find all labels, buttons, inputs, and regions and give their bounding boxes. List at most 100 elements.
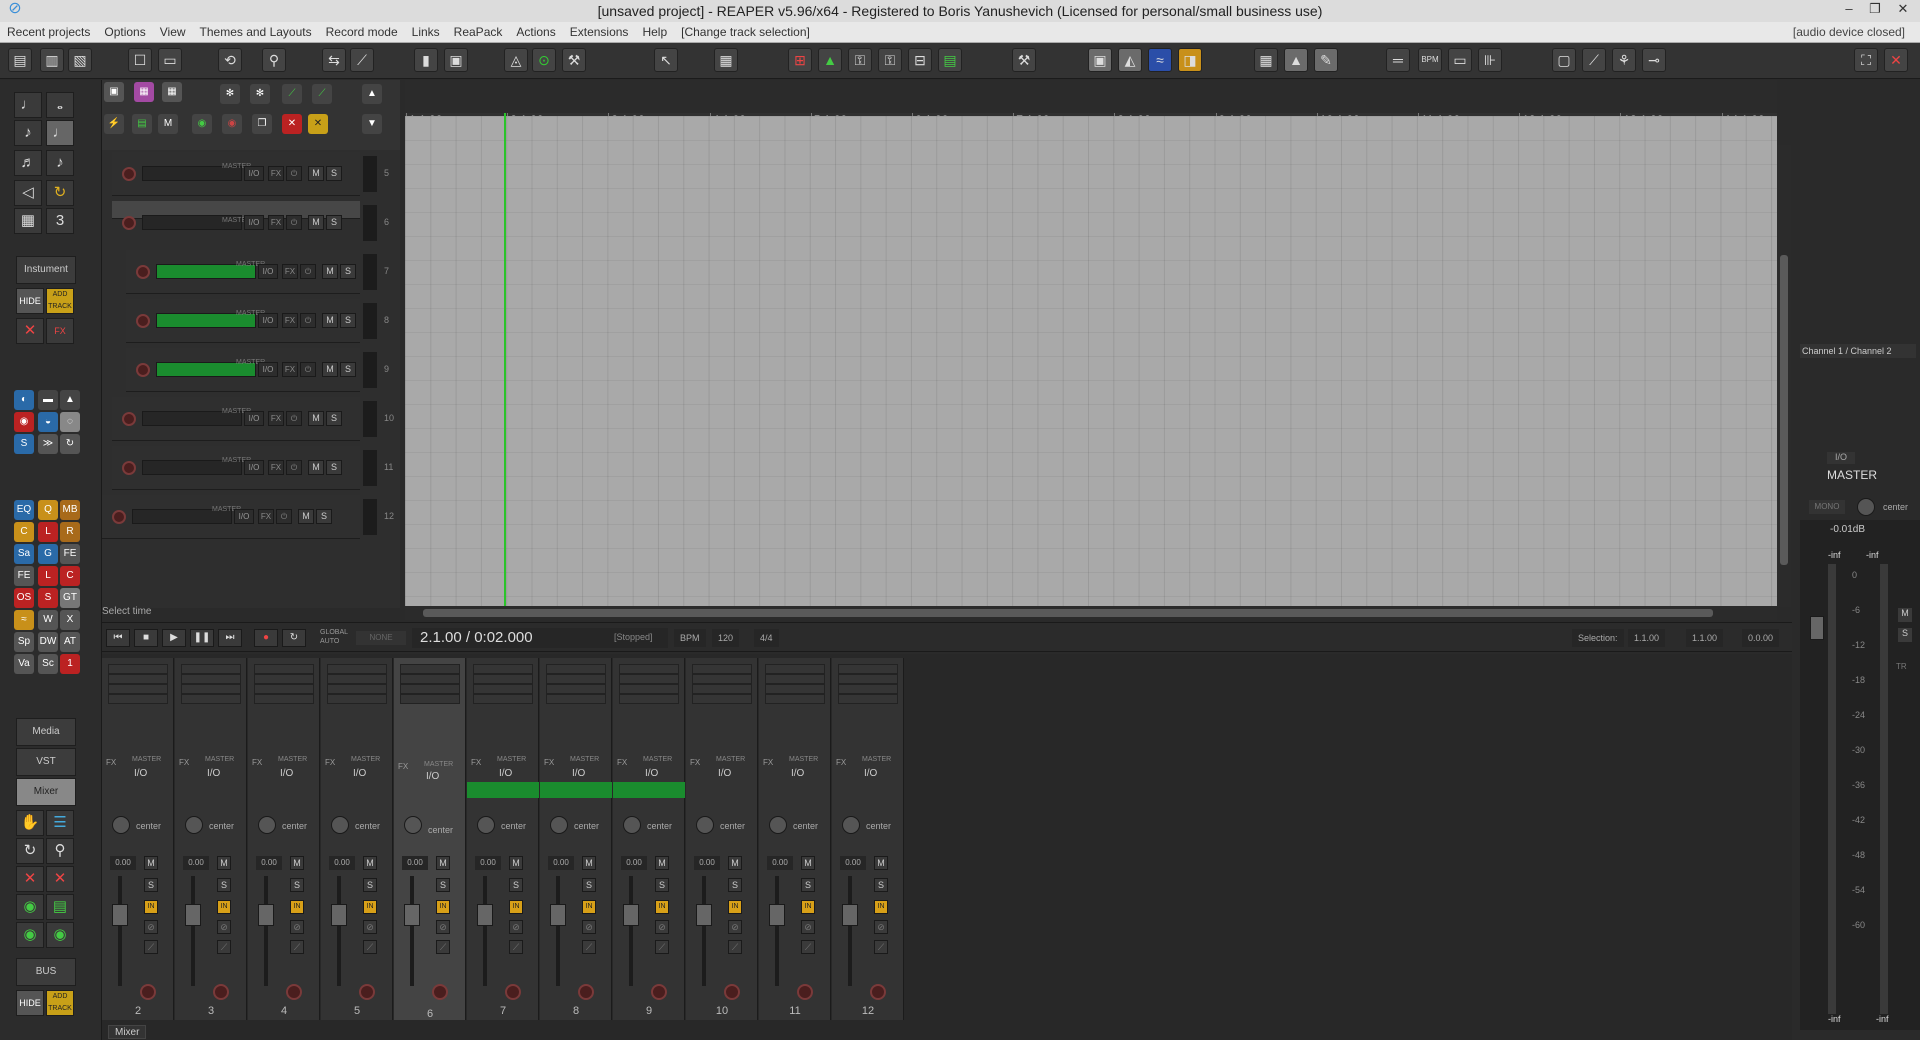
mixer-strip-8[interactable]: FX MASTER I/O center 0.00 M S IN ⊘ ⟋ 8 <box>540 658 612 1020</box>
x-plugin-icon[interactable]: X <box>60 610 80 630</box>
mute-button[interactable]: M <box>436 856 450 870</box>
plugin-c-icon[interactable]: ▲ <box>60 390 80 410</box>
repeat-icon[interactable]: ↻ <box>282 629 306 647</box>
master-io-button[interactable]: I/O <box>1827 452 1855 464</box>
rewind-icon[interactable]: ◁ <box>14 180 42 206</box>
fx-slot[interactable] <box>108 664 168 674</box>
fx-bypass-icon[interactable]: ⏻ <box>300 362 316 377</box>
strip-io-button[interactable]: I/O <box>353 768 366 779</box>
add-bus-track-button[interactable]: ADD TRACK <box>46 990 74 1016</box>
strip-fx-label[interactable]: FX <box>617 758 627 767</box>
solo-button[interactable]: S <box>801 878 815 892</box>
menu-themes[interactable]: Themes and Layouts <box>193 25 319 39</box>
mute-button[interactable]: M <box>874 856 888 870</box>
fx-slot[interactable] <box>108 674 168 684</box>
solo-button[interactable]: S <box>509 878 523 892</box>
record-arm-icon[interactable] <box>136 363 150 377</box>
pause-icon[interactable]: ❚❚ <box>190 629 214 647</box>
fx-slot[interactable] <box>108 684 168 694</box>
mixer-strip-6[interactable]: FX MASTER I/O center 0.00 M S IN ⊘ ⟋ 6 <box>394 658 466 1020</box>
record-arm-icon[interactable] <box>359 984 375 1000</box>
fullscreen-icon[interactable]: ⛶ <box>1854 48 1878 72</box>
strip-io-button[interactable]: I/O <box>207 768 220 779</box>
automation-icon[interactable]: ⟋ <box>655 940 669 954</box>
pan-knob[interactable] <box>112 816 130 834</box>
grid-lines-icon[interactable]: ▦ <box>14 208 42 234</box>
strip-io-button[interactable]: I/O <box>134 768 147 779</box>
fx-slot[interactable] <box>400 694 460 704</box>
record-arm-icon[interactable] <box>122 412 136 426</box>
metronome-icon[interactable]: ◬ <box>504 48 528 72</box>
volume-readout[interactable]: 0.00 <box>767 856 793 870</box>
fx-slot[interactable] <box>765 674 825 684</box>
menu-view[interactable]: View <box>153 25 193 39</box>
io-button[interactable]: I/O <box>244 460 264 475</box>
mute-button[interactable]: M <box>363 856 377 870</box>
unfreeze-icon[interactable]: ✻ <box>250 84 270 104</box>
open-project-icon[interactable]: ▭ <box>158 48 182 72</box>
phase-icon[interactable]: ⊘ <box>655 920 669 934</box>
record-arm-icon[interactable] <box>870 984 886 1000</box>
sample-icon[interactable]: ◨ <box>1178 48 1202 72</box>
fx-slot[interactable] <box>619 674 679 684</box>
menu-recent-projects[interactable]: Recent projects <box>0 25 97 39</box>
input-monitor-button[interactable]: IN <box>874 900 888 914</box>
mixer-strip-10[interactable]: FX MASTER I/O center 0.00 M S IN ⊘ ⟋ 10 <box>686 658 758 1020</box>
automation-icon[interactable]: ⟋ <box>144 940 158 954</box>
solo-button[interactable]: S <box>326 215 342 230</box>
draw-icon[interactable]: ⟋ <box>1582 48 1606 72</box>
fx-button[interactable]: FX <box>268 411 284 426</box>
env2-icon[interactable]: ⟋ <box>312 84 332 104</box>
strip-fx-label[interactable]: FX <box>398 758 408 776</box>
ripple-icon[interactable]: ⊟ <box>908 48 932 72</box>
minimize-icon[interactable]: – <box>1836 0 1862 20</box>
remove-fx-icon[interactable]: ✕ <box>308 114 328 134</box>
pan-knob[interactable] <box>550 816 568 834</box>
input-monitor-button[interactable]: IN <box>582 900 596 914</box>
bpm-icon[interactable]: BPM <box>1418 48 1442 72</box>
fx-slot[interactable] <box>765 664 825 674</box>
fx-slot[interactable] <box>546 674 606 684</box>
volume-fader[interactable] <box>842 904 858 926</box>
table-icon[interactable]: ▤ <box>132 114 152 134</box>
mute-button[interactable]: M <box>308 166 324 181</box>
sc-plugin-icon[interactable]: Sc <box>38 654 58 674</box>
zoom-icon[interactable]: ⚲ <box>262 48 286 72</box>
sa-plugin-icon[interactable]: Sa <box>14 544 34 564</box>
delete-icon[interactable]: ✕ <box>16 866 44 892</box>
automation-icon[interactable]: ⟋ <box>874 940 888 954</box>
hide-bus-button[interactable]: HIDE <box>16 990 44 1016</box>
pan-knob[interactable] <box>623 816 641 834</box>
input-monitor-button[interactable]: IN <box>144 900 158 914</box>
record-arm-icon[interactable] <box>797 984 813 1000</box>
automation-icon[interactable]: ⟋ <box>509 940 523 954</box>
refresh-icon[interactable]: ↻ <box>16 838 44 864</box>
g-plugin-icon[interactable]: G <box>38 544 58 564</box>
dw-plugin-icon[interactable]: DW <box>38 632 58 652</box>
strip-fx-label[interactable]: FX <box>106 758 116 767</box>
solo-button[interactable]: S <box>326 166 342 181</box>
fx-slot[interactable] <box>254 684 314 694</box>
goto-start-icon[interactable]: ⏮ <box>106 629 130 647</box>
env-icon[interactable]: ⟋ <box>282 84 302 104</box>
pan-knob[interactable] <box>331 816 349 834</box>
mixer-strip-4[interactable]: FX MASTER I/O center 0.00 M S IN ⊘ ⟋ 4 <box>248 658 320 1020</box>
plugin-f-icon[interactable]: ◌ <box>60 412 80 432</box>
fx-slot[interactable] <box>108 694 168 704</box>
plugin-e-icon[interactable]: ◒ <box>38 412 58 432</box>
record-button-icon[interactable]: ● <box>254 629 278 647</box>
selection-end[interactable]: 1.1.00 <box>1686 629 1724 647</box>
io-button[interactable]: I/O <box>258 264 278 279</box>
exit-icon[interactable]: ✕ <box>1884 48 1908 72</box>
io-button[interactable]: I/O <box>258 362 278 377</box>
stop-icon[interactable]: ■ <box>134 629 158 647</box>
record-arm-icon[interactable] <box>112 510 126 524</box>
phase-icon[interactable]: ⊘ <box>363 920 377 934</box>
solo-button[interactable]: S <box>144 878 158 892</box>
plugin-d-icon[interactable]: ◉ <box>14 412 34 432</box>
mute-button[interactable]: M <box>655 856 669 870</box>
fx-slot[interactable] <box>400 674 460 684</box>
play-icon[interactable]: ▶ <box>162 629 186 647</box>
delete-fx-icon[interactable]: ✕ <box>46 866 74 892</box>
fx-slot[interactable] <box>254 674 314 684</box>
